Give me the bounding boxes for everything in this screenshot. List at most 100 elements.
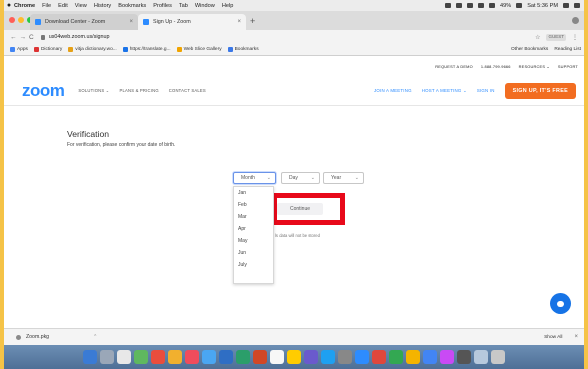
safari-icon[interactable] — [117, 350, 131, 364]
month-option[interactable]: Jan — [234, 187, 273, 199]
host-meeting-menu[interactable]: HOST A MEETING ⌄ — [422, 88, 467, 94]
finder-icon[interactable] — [83, 350, 97, 364]
terminal-icon[interactable] — [457, 350, 471, 364]
close-tab-icon[interactable]: × — [129, 19, 133, 25]
month-option[interactable]: Mar — [234, 211, 273, 223]
minimize-window-button[interactable] — [18, 17, 24, 23]
nav-buttons[interactable]: ←→C — [10, 34, 37, 41]
spotlight-icon[interactable] — [563, 3, 569, 8]
month-option[interactable]: July — [234, 259, 273, 271]
stickies-icon[interactable] — [287, 350, 301, 364]
notes-icon[interactable] — [270, 350, 284, 364]
new-tab-button[interactable]: + — [250, 16, 255, 26]
zoom-utility-bar: REQUEST A DEMO 1.888.799.9666 RESOURCES … — [4, 56, 584, 76]
facetime-icon[interactable] — [389, 350, 403, 364]
join-meeting-link[interactable]: JOIN A MEETING — [374, 88, 412, 93]
url-field[interactable]: us04web.zoom.us/signup — [49, 34, 110, 40]
excel-icon[interactable] — [236, 350, 250, 364]
month-option[interactable]: May — [234, 235, 273, 247]
page-subtitle: For verification, please confirm your da… — [67, 142, 176, 148]
music-icon[interactable] — [372, 350, 386, 364]
bookmark-apps[interactable]: Apps — [10, 47, 28, 52]
status-bluetooth-icon[interactable] — [467, 3, 473, 8]
menu-app-name[interactable]: Chrome — [14, 3, 35, 9]
star-icon[interactable]: ☆ — [535, 34, 540, 41]
launchpad-icon[interactable] — [100, 350, 114, 364]
close-window-button[interactable] — [9, 17, 15, 23]
menu-help[interactable]: Help — [222, 3, 234, 9]
photos-icon[interactable] — [168, 350, 182, 364]
menu-profiles[interactable]: Profiles — [153, 3, 172, 9]
bookmark-web-slice[interactable]: Web Slice Gallery — [176, 47, 222, 52]
control-center-icon[interactable] — [574, 3, 580, 8]
menu-history[interactable]: History — [94, 3, 111, 9]
chrome-icon[interactable] — [151, 350, 165, 364]
help-chat-button[interactable] — [550, 293, 571, 314]
more-menu-icon[interactable]: ⋮ — [572, 34, 578, 41]
powerpoint-icon[interactable] — [253, 350, 267, 364]
calendar-icon[interactable] — [185, 350, 199, 364]
menu-bookmarks[interactable]: Bookmarks — [118, 3, 146, 9]
request-demo-link[interactable]: REQUEST A DEMO — [435, 64, 473, 69]
day-select[interactable]: Day ⌄ — [281, 172, 320, 184]
zoom-app-icon[interactable] — [355, 350, 369, 364]
bookmark-label: Apps — [17, 47, 28, 52]
itunes-icon[interactable] — [440, 350, 454, 364]
support-link[interactable]: SUPPORT — [558, 64, 578, 69]
menu-file[interactable]: File — [42, 3, 51, 9]
status-camera-icon[interactable] — [445, 3, 451, 8]
resources-menu[interactable]: RESOURCES ⌄ — [519, 64, 550, 69]
solutions-menu[interactable]: SOLUTIONS ⌄ — [78, 88, 109, 93]
messages-icon[interactable] — [134, 350, 148, 364]
downloads-stack-icon[interactable] — [474, 350, 488, 364]
menu-view[interactable]: View — [75, 3, 87, 9]
trash-icon[interactable] — [491, 350, 505, 364]
keynote-icon[interactable] — [406, 350, 420, 364]
month-option[interactable]: Apr — [234, 223, 273, 235]
word-icon[interactable] — [219, 350, 233, 364]
zoom-logo[interactable]: zoom — [22, 82, 65, 99]
month-select[interactable]: Month ⌄ — [233, 172, 276, 184]
contact-sales-link[interactable]: CONTACT SALES — [169, 88, 206, 93]
clock[interactable]: Sat 5:36 PM — [527, 3, 558, 9]
apple-icon[interactable]: ● — [4, 2, 14, 9]
plans-pricing-link[interactable]: PLANS & PRICING — [119, 88, 158, 93]
bookmark-dictionary[interactable]: Dictionary — [33, 47, 62, 52]
zoom-favicon-icon — [143, 19, 149, 25]
menu-edit[interactable]: Edit — [58, 3, 68, 9]
guest-badge[interactable]: GUEST — [546, 33, 566, 41]
phone-link[interactable]: 1.888.799.9666 — [481, 64, 511, 69]
nav-right: JOIN A MEETING HOST A MEETING ⌄ SIGN IN … — [374, 82, 584, 99]
close-shelf-icon[interactable]: × — [574, 334, 578, 340]
tab-sign-up[interactable]: Sign Up - Zoom × — [138, 14, 246, 30]
lock-icon[interactable] — [40, 34, 45, 40]
maps-icon[interactable] — [423, 350, 437, 364]
podcasts-icon[interactable] — [304, 350, 318, 364]
other-bookmarks[interactable]: Other Bookmarks — [511, 47, 548, 52]
bookmark-vitja[interactable]: vitja dictionary.wo... — [68, 47, 117, 52]
status-volume-icon[interactable] — [489, 3, 495, 8]
status-cloud-icon[interactable] — [456, 3, 462, 8]
sign-up-free-button[interactable]: SIGN UP, IT'S FREE — [504, 82, 576, 99]
tab-download-center[interactable]: Download Center - Zoom × — [30, 14, 138, 30]
month-option[interactable]: Feb — [234, 199, 273, 211]
menu-window[interactable]: Window — [195, 3, 215, 9]
mail-icon[interactable] — [202, 350, 216, 364]
close-tab-icon[interactable]: × — [237, 19, 241, 25]
month-option[interactable]: Jun — [234, 247, 273, 259]
reading-list[interactable]: Reading List — [554, 47, 581, 52]
bookmark-translate[interactable]: https://translate.g... — [122, 47, 171, 52]
battery-icon[interactable] — [516, 3, 523, 8]
status-wifi-icon[interactable] — [478, 3, 484, 8]
sign-in-link[interactable]: SIGN IN — [477, 88, 495, 93]
show-all-link[interactable]: Show All — [544, 335, 562, 340]
battery-percent[interactable]: 49% — [500, 3, 511, 9]
download-item[interactable]: Zoom.pkg — [16, 334, 49, 340]
chevron-up-icon[interactable]: ⌃ — [93, 334, 97, 340]
bookmark-bookmarks[interactable]: Bookmarks — [227, 47, 259, 52]
tab-search-icon[interactable] — [572, 17, 579, 24]
app-store-icon[interactable] — [321, 350, 335, 364]
year-select[interactable]: Year ⌄ — [323, 172, 364, 184]
settings-icon[interactable] — [338, 350, 352, 364]
menu-tab[interactable]: Tab — [179, 3, 188, 9]
